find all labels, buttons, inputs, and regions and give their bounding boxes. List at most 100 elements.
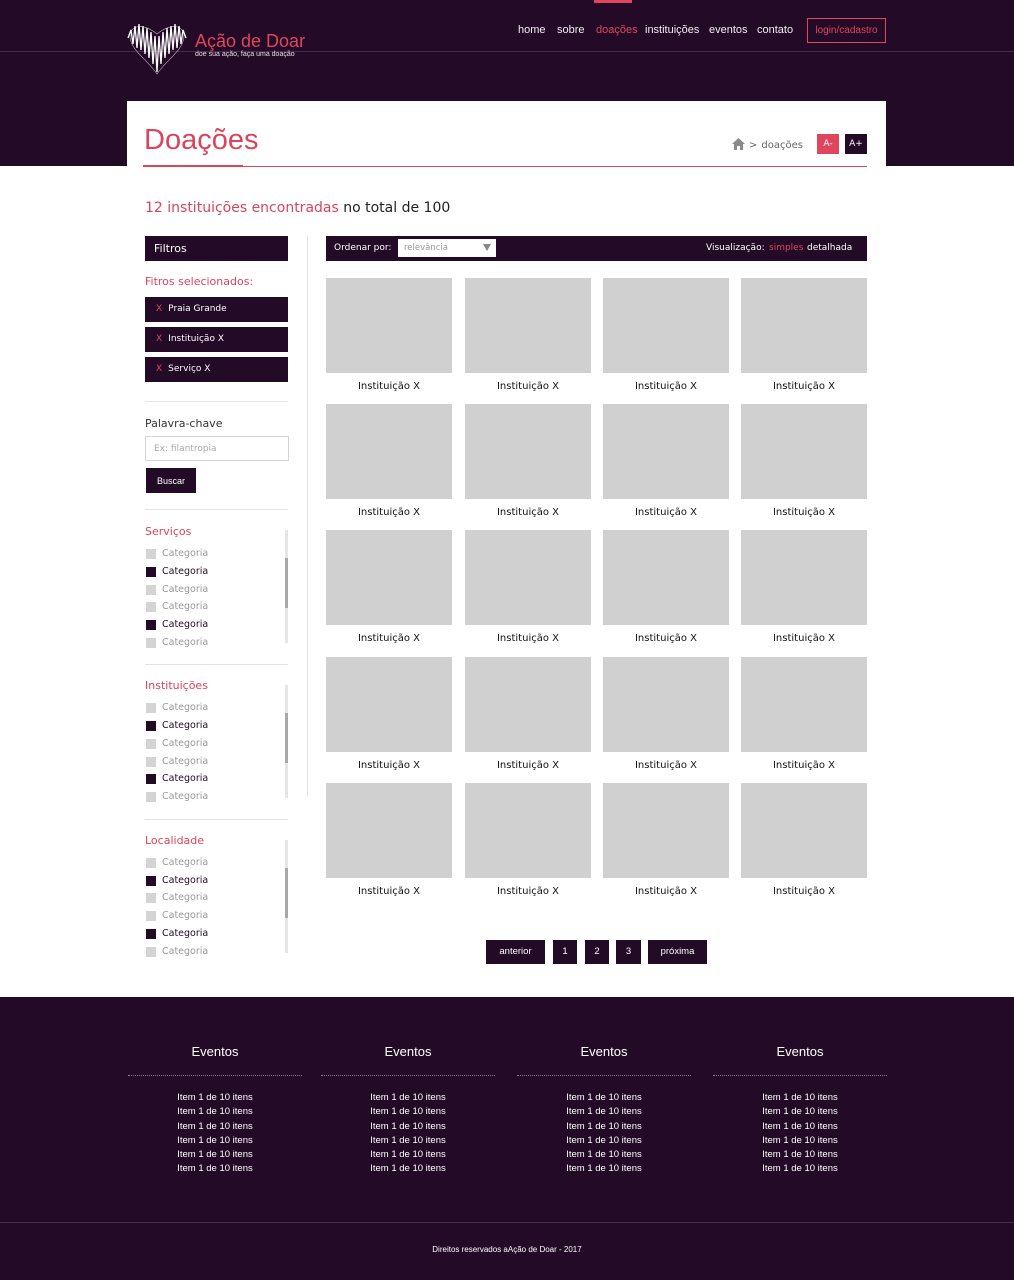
institution-card[interactable]: Instituição X — [741, 783, 867, 897]
checkbox-checked-icon[interactable] — [146, 928, 156, 939]
category-checkbox[interactable]: Categoria — [146, 773, 208, 784]
category-checkbox[interactable]: Categoria — [146, 548, 208, 559]
institution-image-placeholder[interactable] — [465, 530, 591, 625]
institution-card[interactable]: Instituição X — [741, 657, 867, 771]
institution-image-placeholder[interactable] — [326, 657, 452, 752]
category-checkbox[interactable]: Categoria — [146, 892, 208, 903]
footer-link[interactable]: Item 1 de 10 itens — [128, 1120, 302, 1134]
footer-link[interactable]: Item 1 de 10 itens — [128, 1148, 302, 1162]
institution-image-placeholder[interactable] — [465, 404, 591, 499]
checkbox-icon[interactable] — [146, 702, 156, 713]
footer-link[interactable]: Item 1 de 10 itens — [128, 1134, 302, 1148]
institution-image-placeholder[interactable] — [741, 278, 867, 373]
institution-card[interactable]: Instituição X — [465, 404, 591, 518]
institution-name[interactable]: Instituição X — [326, 507, 452, 518]
checkbox-icon[interactable] — [146, 738, 156, 749]
institution-card[interactable]: Instituição X — [741, 404, 867, 518]
footer-link[interactable]: Item 1 de 10 itens — [517, 1105, 691, 1119]
institution-name[interactable]: Instituição X — [603, 381, 729, 392]
checkbox-icon[interactable] — [146, 584, 156, 595]
footer-link[interactable]: Item 1 de 10 itens — [321, 1134, 495, 1148]
scrollbar[interactable] — [285, 840, 288, 953]
institution-card[interactable]: Instituição X — [603, 657, 729, 771]
institution-card[interactable]: Instituição X — [465, 278, 591, 392]
selected-filter-chip[interactable]: X Instituição X — [145, 327, 288, 352]
category-checkbox[interactable]: Categoria — [146, 738, 208, 749]
footer-link[interactable]: Item 1 de 10 itens — [517, 1162, 691, 1176]
pagination-next-button[interactable]: próxima — [648, 940, 707, 964]
selected-filter-chip[interactable]: X Serviço X — [145, 357, 288, 382]
institution-image-placeholder[interactable] — [741, 530, 867, 625]
remove-filter-icon[interactable]: X — [156, 304, 162, 314]
nav-item-sobre[interactable]: sobre — [557, 24, 585, 36]
institution-image-placeholder[interactable] — [603, 278, 729, 373]
footer-link[interactable]: Item 1 de 10 itens — [517, 1120, 691, 1134]
remove-filter-icon[interactable]: X — [156, 334, 162, 344]
institution-name[interactable]: Instituição X — [741, 886, 867, 897]
font-increase-button[interactable]: A+ — [845, 134, 867, 154]
scrollbar[interactable] — [285, 530, 288, 643]
footer-link[interactable]: Item 1 de 10 itens — [321, 1091, 495, 1105]
footer-link[interactable]: Item 1 de 10 itens — [713, 1162, 887, 1176]
institution-image-placeholder[interactable] — [465, 783, 591, 878]
checkbox-icon[interactable] — [146, 756, 156, 767]
scrollbar-thumb[interactable] — [285, 868, 288, 918]
institution-card[interactable]: Instituição X — [465, 530, 591, 644]
nav-item-home[interactable]: home — [518, 24, 546, 36]
checkbox-checked-icon[interactable] — [146, 619, 156, 630]
chevron-down-icon[interactable] — [483, 244, 491, 251]
institution-card[interactable]: Instituição X — [326, 404, 452, 518]
institution-name[interactable]: Instituição X — [465, 886, 591, 897]
institution-card[interactable]: Instituição X — [603, 278, 729, 392]
remove-filter-icon[interactable]: X — [156, 364, 162, 374]
institution-card[interactable]: Instituição X — [603, 404, 729, 518]
institution-card[interactable]: Instituição X — [326, 657, 452, 771]
checkbox-icon[interactable] — [146, 548, 156, 559]
institution-name[interactable]: Instituição X — [465, 633, 591, 644]
category-checkbox[interactable]: Categoria — [146, 875, 208, 886]
footer-link[interactable]: Item 1 de 10 itens — [321, 1105, 495, 1119]
institution-name[interactable]: Instituição X — [326, 760, 452, 771]
institution-card[interactable]: Instituição X — [741, 278, 867, 392]
institution-card[interactable]: Instituição X — [326, 278, 452, 392]
category-checkbox[interactable]: Categoria — [146, 637, 208, 648]
institution-card[interactable]: Instituição X — [326, 530, 452, 644]
category-checkbox[interactable]: Categoria — [146, 601, 208, 612]
checkbox-checked-icon[interactable] — [146, 773, 156, 784]
category-checkbox[interactable]: Categoria — [146, 619, 208, 630]
footer-link[interactable]: Item 1 de 10 itens — [713, 1148, 887, 1162]
institution-image-placeholder[interactable] — [326, 783, 452, 878]
institution-image-placeholder[interactable] — [603, 657, 729, 752]
institution-image-placeholder[interactable] — [741, 404, 867, 499]
institution-card[interactable]: Instituição X — [465, 657, 591, 771]
institution-name[interactable]: Instituição X — [326, 381, 452, 392]
view-detailed-option[interactable]: detalhada — [807, 243, 852, 253]
institution-name[interactable]: Instituição X — [603, 886, 729, 897]
footer-link[interactable]: Item 1 de 10 itens — [321, 1148, 495, 1162]
category-checkbox[interactable]: Categoria — [146, 720, 208, 731]
pagination-prev-button[interactable]: anterior — [486, 940, 545, 964]
search-button[interactable]: Buscar — [146, 468, 196, 493]
order-select[interactable]: relevância — [398, 239, 496, 257]
institution-card[interactable]: Instituição X — [326, 783, 452, 897]
institution-card[interactable]: Instituição X — [465, 783, 591, 897]
checkbox-checked-icon[interactable] — [146, 875, 156, 886]
institution-image-placeholder[interactable] — [603, 783, 729, 878]
checkbox-icon[interactable] — [146, 601, 156, 612]
footer-link[interactable]: Item 1 de 10 itens — [713, 1120, 887, 1134]
footer-link[interactable]: Item 1 de 10 itens — [713, 1091, 887, 1105]
footer-link[interactable]: Item 1 de 10 itens — [517, 1134, 691, 1148]
footer-link[interactable]: Item 1 de 10 itens — [128, 1091, 302, 1105]
institution-name[interactable]: Instituição X — [326, 886, 452, 897]
scrollbar-thumb[interactable] — [285, 713, 288, 763]
font-decrease-button[interactable]: A- — [817, 134, 839, 154]
institution-name[interactable]: Instituição X — [603, 507, 729, 518]
scrollbar[interactable] — [285, 685, 288, 798]
checkbox-icon[interactable] — [146, 791, 156, 802]
footer-link[interactable]: Item 1 de 10 itens — [321, 1162, 495, 1176]
footer-link[interactable]: Item 1 de 10 itens — [128, 1162, 302, 1176]
footer-link[interactable]: Item 1 de 10 itens — [517, 1148, 691, 1162]
institution-name[interactable]: Instituição X — [741, 381, 867, 392]
institution-image-placeholder[interactable] — [326, 530, 452, 625]
checkbox-icon[interactable] — [146, 857, 156, 868]
